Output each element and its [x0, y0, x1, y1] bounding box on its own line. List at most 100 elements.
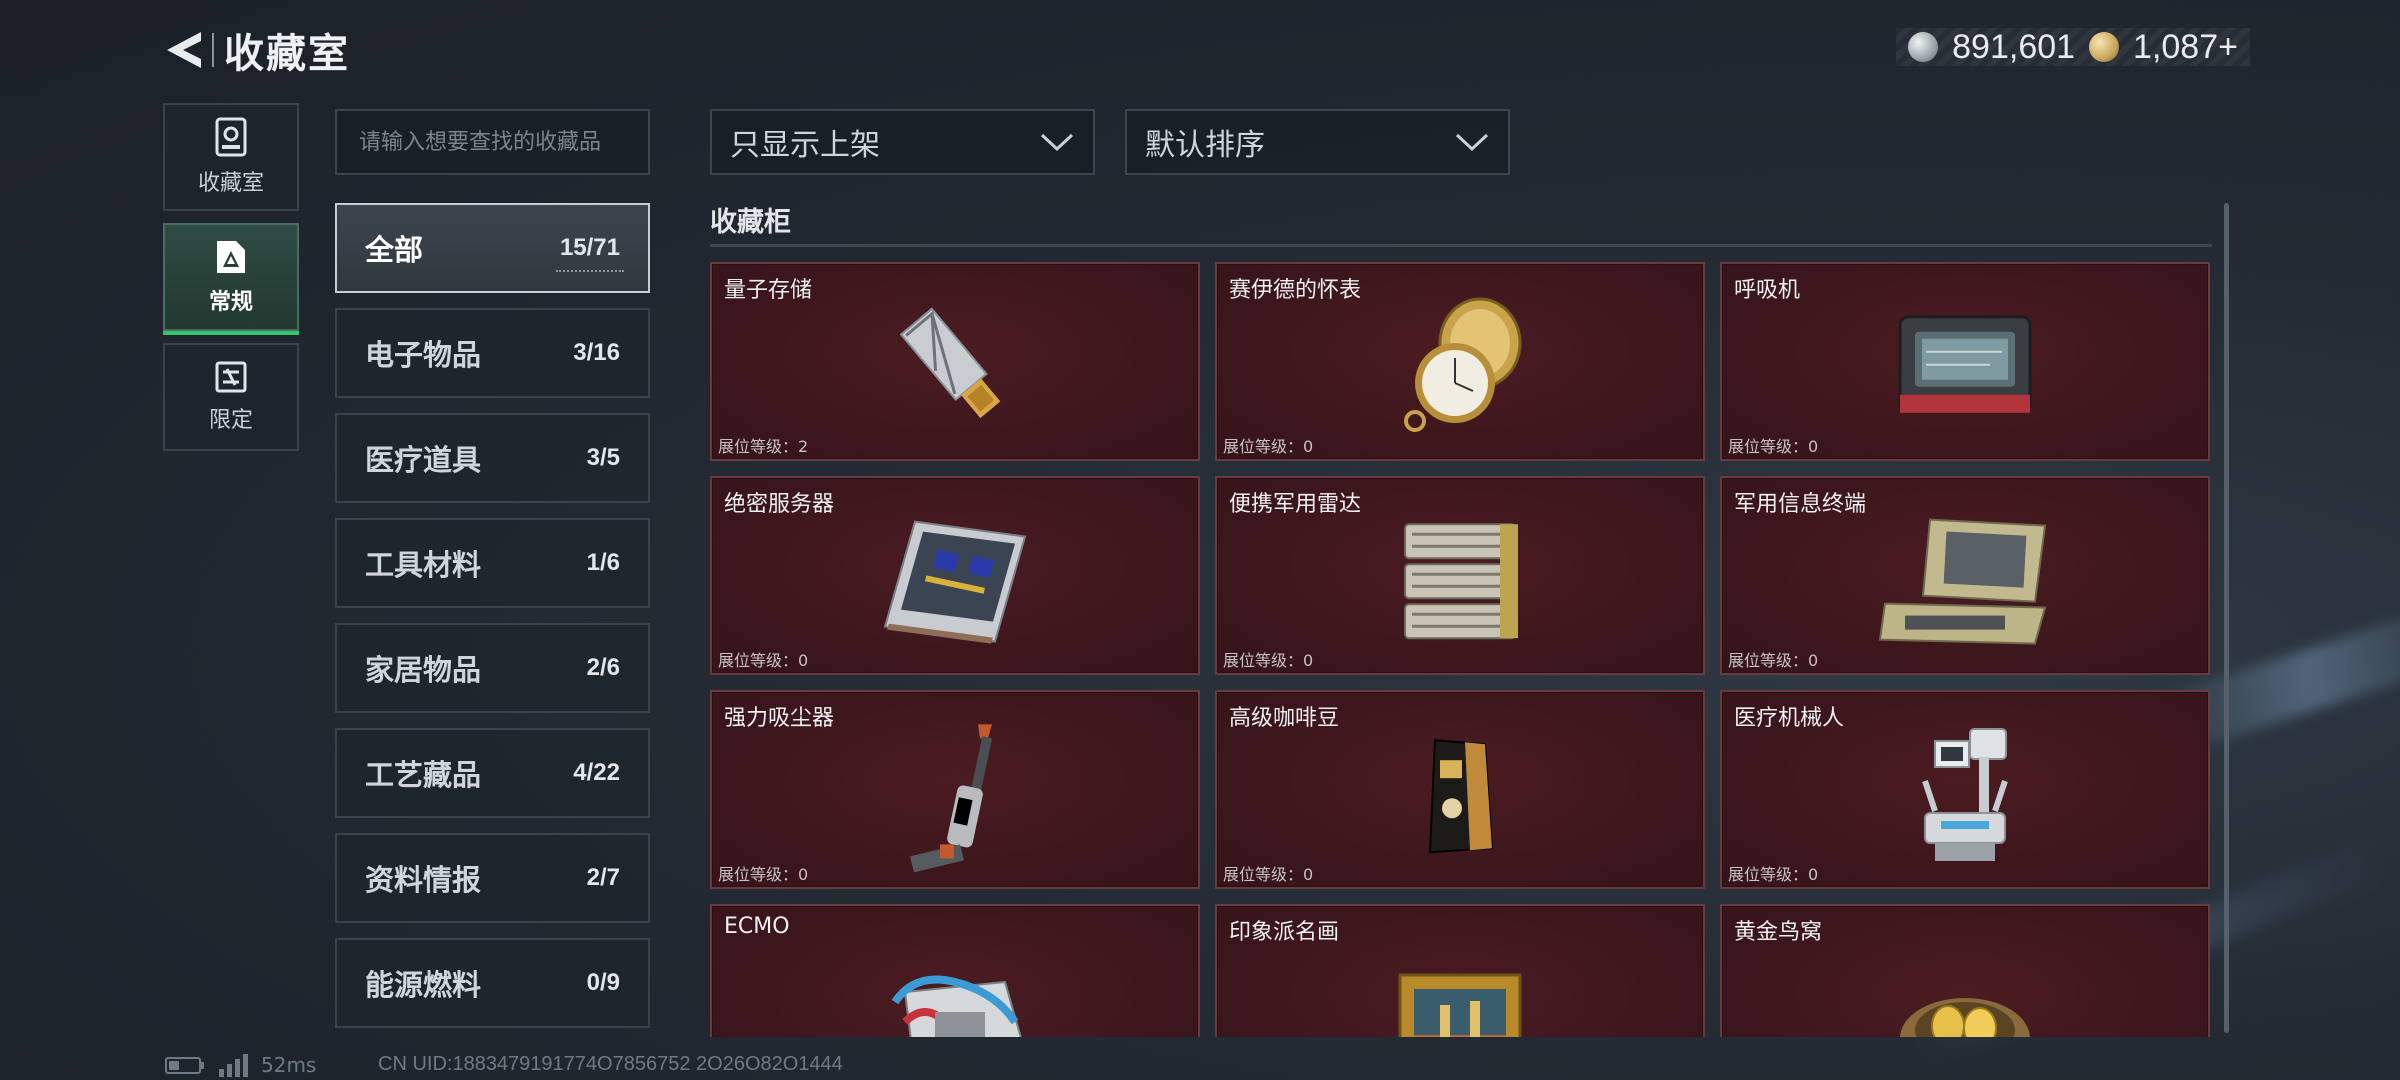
- dropdown-value: 默认排序: [1145, 128, 1265, 163]
- rail-label: 常规: [208, 290, 253, 315]
- ventilator-icon: [1898, 314, 2032, 413]
- booth-level: 展位等级：0: [1223, 651, 1314, 670]
- golden-nest-icon: [1900, 997, 2030, 1037]
- booth-level: 展位等级：0: [718, 651, 809, 670]
- gold-coin-icon: [2089, 32, 2120, 62]
- collection-card-coffee-beans[interactable]: 高级咖啡豆 展位等级：0: [1215, 690, 1705, 889]
- gold-coin-value[interactable]: 1,087+: [2133, 28, 2238, 67]
- rail-label: 收藏室: [197, 171, 264, 196]
- category-label: 工具材料: [365, 548, 482, 582]
- server-icon: [883, 519, 1027, 644]
- item-name: 强力吸尘器: [724, 706, 835, 731]
- cabinet-title: 收藏柜: [710, 207, 791, 238]
- collection-card-secret-server[interactable]: 绝密服务器 展位等级：0: [710, 476, 1200, 675]
- collection-room-icon: [215, 117, 247, 157]
- category-tools[interactable]: 工具材料 1/6: [335, 518, 650, 608]
- category-label: 工艺藏品: [365, 758, 482, 792]
- usb-drive-icon: [899, 306, 1001, 418]
- regular-icon: [217, 241, 245, 273]
- collection-card-military-terminal[interactable]: 军用信息终端 展位等级：0: [1720, 476, 2210, 675]
- category-all[interactable]: 全部 15/71: [335, 203, 650, 293]
- sort-dropdown[interactable]: 默认排序: [1125, 109, 1510, 175]
- category-household[interactable]: 家居物品 2/6: [335, 623, 650, 713]
- item-name: 印象派名画: [1229, 920, 1340, 945]
- category-label: 医疗道具: [365, 443, 482, 477]
- collection-card-medical-robot[interactable]: 医疗机械人 展位等级：0: [1720, 690, 2210, 889]
- signal-icon: [219, 1054, 248, 1077]
- framed-painting-icon: [1398, 973, 1522, 1037]
- collection-grid: 量子存储 展位等级：2 赛伊德的怀表 展位等级：0 呼吸机 展位等级：0 绝密服…: [710, 262, 2212, 1037]
- collection-card-vacuum[interactable]: 强力吸尘器 展位等级：0: [710, 690, 1200, 889]
- booth-level: 展位等级：0: [1223, 865, 1314, 884]
- dropdown-value: 只显示上架: [730, 128, 880, 163]
- scrollbar[interactable]: [2224, 203, 2229, 1033]
- item-name: 医疗机械人: [1734, 706, 1845, 731]
- limited-icon: [215, 361, 247, 393]
- rail-item-collection-room[interactable]: 收藏室: [163, 103, 299, 211]
- item-name: 量子存储: [724, 278, 813, 303]
- booth-level: 展位等级：0: [1223, 437, 1314, 456]
- category-count: 2/7: [586, 864, 620, 891]
- item-name: 呼吸机: [1734, 278, 1801, 303]
- header: 收藏室: [160, 20, 350, 80]
- category-label: 家居物品: [365, 653, 482, 687]
- collection-card-ventilator[interactable]: 呼吸机 展位等级：0: [1720, 262, 2210, 461]
- collection-card-golden-nest[interactable]: 黄金鸟窝: [1720, 904, 2210, 1037]
- silver-coin-icon: [1908, 32, 1939, 62]
- category-count: 2/6: [586, 654, 620, 681]
- back-button[interactable]: [160, 22, 206, 78]
- currency-bar: 891,601 1,087+: [1896, 28, 2250, 66]
- chevron-down-icon: [1040, 133, 1074, 152]
- collection-card-ecmo[interactable]: ECMO: [710, 904, 1200, 1037]
- coffee-bag-icon: [1428, 738, 1494, 853]
- battery-icon: [165, 1057, 204, 1074]
- category-count: 15/71: [555, 234, 625, 272]
- collection-card-quantum-storage[interactable]: 量子存储 展位等级：2: [710, 262, 1200, 461]
- booth-level: 展位等级：0: [1728, 437, 1819, 456]
- ping-value: 52ms: [261, 1053, 317, 1077]
- booth-level: 展位等级：0: [718, 865, 809, 884]
- item-name: 便携军用雷达: [1229, 492, 1362, 517]
- category-crafts[interactable]: 工艺藏品 4/22: [335, 728, 650, 818]
- collection-card-portable-radar[interactable]: 便携军用雷达 展位等级：0: [1215, 476, 1705, 675]
- category-count: 0/9: [586, 969, 620, 996]
- category-label: 全部: [365, 233, 424, 267]
- category-electronics[interactable]: 电子物品 3/16: [335, 308, 650, 398]
- chevron-down-icon: [1455, 133, 1489, 152]
- status-bar: 52ms: [165, 1053, 316, 1077]
- silver-coin-value: 891,601: [1952, 27, 2076, 66]
- category-intel[interactable]: 资料情报 2/7: [335, 833, 650, 923]
- category-list: 全部 15/71 电子物品 3/16 医疗道具 3/5 工具材料 1/6 家居物…: [335, 203, 650, 1043]
- item-name: 军用信息终端: [1734, 492, 1867, 517]
- booth-level: 展位等级：0: [1728, 651, 1819, 670]
- back-arrow-icon: [167, 32, 201, 68]
- cabinet-divider: [710, 244, 2212, 247]
- category-count: 1/6: [586, 549, 620, 576]
- booth-level: 展位等级：2: [718, 437, 809, 456]
- search-input[interactable]: [335, 109, 650, 175]
- medical-robot-icon: [1922, 727, 2008, 861]
- booth-level: 展位等级：0: [1728, 865, 1819, 884]
- category-medical[interactable]: 医疗道具 3/5: [335, 413, 650, 503]
- display-filter-dropdown[interactable]: 只显示上架: [710, 109, 1095, 175]
- item-name: 绝密服务器: [724, 492, 835, 517]
- page-title: 收藏室: [224, 31, 350, 77]
- rail-item-regular[interactable]: 常规: [163, 223, 299, 335]
- category-count: 3/5: [586, 444, 620, 471]
- item-name: ECMO: [724, 914, 790, 939]
- category-count: 3/16: [573, 339, 620, 366]
- item-name: 高级咖啡豆: [1229, 706, 1340, 731]
- category-label: 资料情报: [365, 863, 482, 897]
- item-name: 黄金鸟窝: [1734, 920, 1823, 945]
- collection-card-impressionist-painting[interactable]: 印象派名画: [1215, 904, 1705, 1037]
- header-divider: [212, 33, 214, 67]
- category-label: 能源燃料: [365, 968, 482, 1002]
- rail-label: 限定: [208, 408, 253, 433]
- item-name: 赛伊德的怀表: [1229, 278, 1362, 303]
- collection-card-pocket-watch[interactable]: 赛伊德的怀表 展位等级：0: [1215, 262, 1705, 461]
- pocket-watch-icon: [1404, 297, 1522, 432]
- vacuum-icon: [910, 723, 993, 872]
- ecmo-machine-icon: [891, 975, 1022, 1037]
- rail-item-limited[interactable]: 限定: [163, 343, 299, 451]
- category-energy[interactable]: 能源燃料 0/9: [335, 938, 650, 1028]
